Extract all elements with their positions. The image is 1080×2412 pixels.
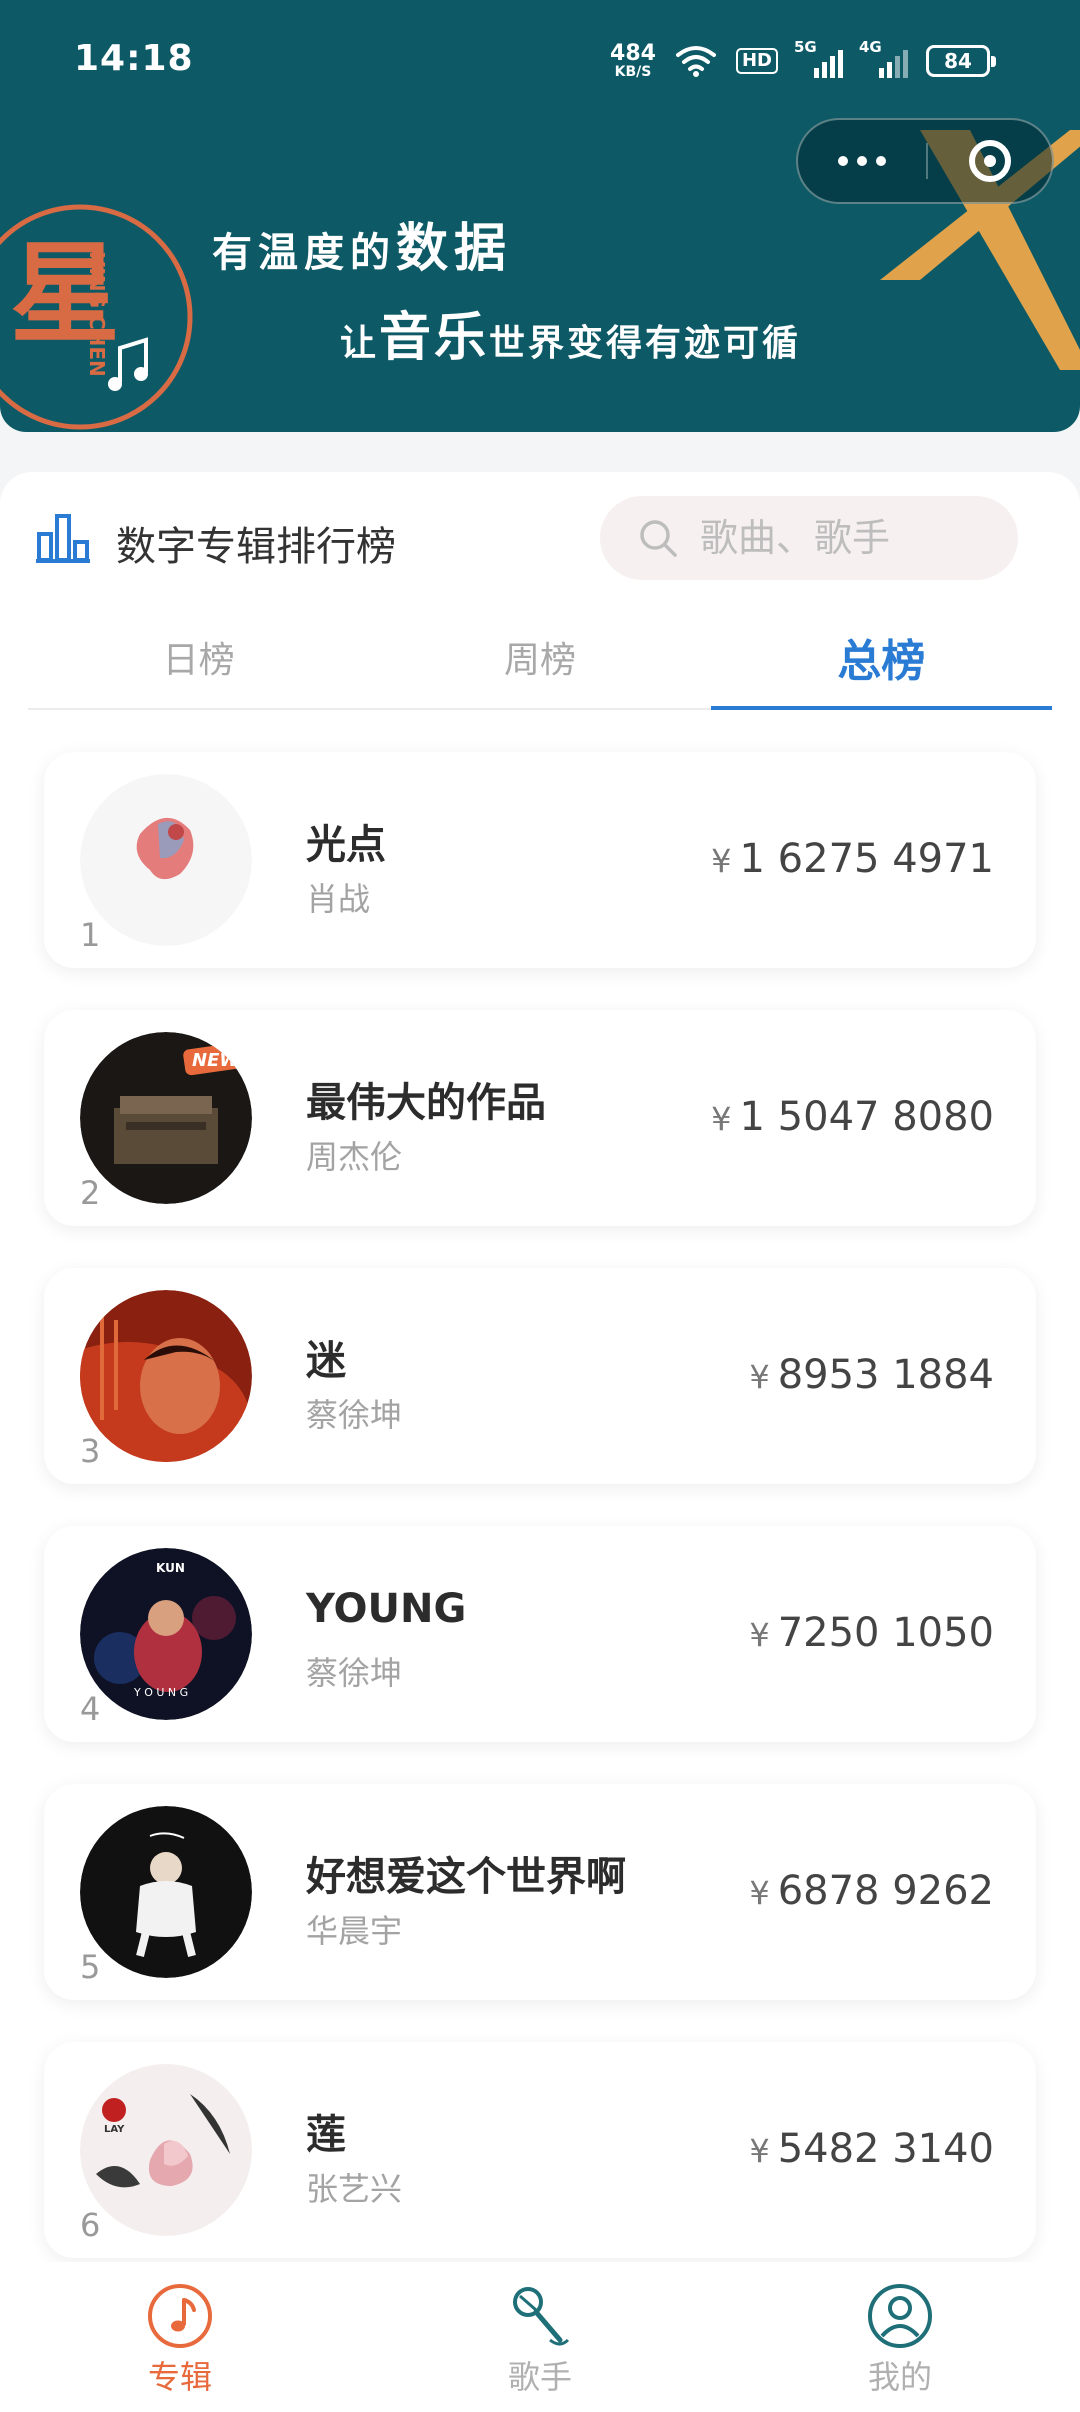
search-input[interactable]: [700, 516, 1000, 560]
sales-amount: ¥ 7250 1050: [749, 1610, 994, 1656]
user-icon: [868, 2284, 932, 2348]
tab-daily[interactable]: 日榜: [28, 606, 369, 708]
rank-number: 5: [80, 1948, 101, 1986]
network-speed: 484 KB/S: [610, 41, 656, 80]
kun-label: KUN: [156, 1561, 185, 1575]
status-time: 14:18: [74, 38, 194, 79]
song-title: 莲: [306, 2112, 346, 2158]
network-speed-unit: KB/S: [614, 64, 652, 80]
sales-value: 1 5047 8080: [739, 1094, 994, 1140]
song-artist: 蔡徐坤: [306, 1654, 403, 1692]
song-artist: 肖战: [306, 880, 371, 918]
search-box[interactable]: [600, 496, 1018, 580]
slogan-2-part-b: 音乐: [379, 307, 490, 368]
song-artist: 蔡徐坤: [306, 1396, 403, 1434]
nav-label-album: 专辑: [147, 2358, 212, 2396]
currency-symbol: ¥: [749, 2132, 770, 2170]
list-item[interactable]: KUN Y O U N G 4 YOUNG 蔡徐坤 ¥ 7250 1050: [44, 1526, 1036, 1742]
list-item[interactable]: LAY 6 莲 张艺兴 ¥ 5482 3140: [44, 2042, 1036, 2258]
song-title: 光点: [306, 822, 386, 868]
sales-amount: ¥ 6878 9262: [749, 1868, 994, 1914]
signal-4g-label: 4G: [859, 38, 882, 56]
wifi-icon: [675, 46, 716, 77]
nav-item-singer[interactable]: 歌手: [360, 2262, 720, 2412]
status-bar: 14:18 484 KB/S HD 5G 4G 84: [0, 0, 1080, 120]
song-title: 最伟大的作品: [306, 1080, 546, 1126]
network-speed-value: 484: [610, 41, 656, 66]
ranking-list: 1 光点 肖战 ¥ 1 6275 4971 NEW 2 最伟大的作品 周杰伦 ¥…: [44, 752, 1036, 2300]
signal-5g-label: 5G: [794, 38, 817, 56]
bar-chart-icon: [36, 514, 90, 563]
album-cover-image: [80, 774, 252, 946]
slogan-line-1: 有温度的数据: [212, 206, 512, 281]
album-cover-image: LAY: [80, 2064, 252, 2236]
new-badge: NEW: [192, 1050, 240, 1071]
currency-symbol: ¥: [749, 1616, 770, 1654]
currency-symbol: ¥: [711, 842, 732, 880]
sales-value: 7250 1050: [777, 1610, 994, 1656]
nav-item-album[interactable]: 专辑: [0, 2262, 360, 2412]
song-title: 迷: [306, 1338, 346, 1384]
sales-value: 1 6275 4971: [739, 836, 994, 882]
target-icon: [969, 140, 1011, 182]
music-note-icon: [148, 2284, 212, 2348]
rank-number: 2: [80, 1174, 101, 1212]
slogan-2-part-c: 世界变得有迹可循: [489, 322, 802, 364]
mini-program-capsule: [796, 118, 1054, 204]
signal-4g-icon: 4G: [859, 38, 908, 78]
currency-symbol: ¥: [749, 1358, 770, 1396]
young-letters: Y O U N G: [133, 1686, 188, 1699]
rank-number: 1: [80, 916, 101, 954]
nav-label-singer: 歌手: [507, 2358, 572, 2396]
battery-icon: 84: [926, 45, 996, 77]
section-title: 数字专辑排行榜: [116, 524, 396, 570]
tab-total[interactable]: 总榜: [710, 606, 1053, 710]
search-icon: [640, 520, 677, 557]
list-item[interactable]: 3 迷 蔡徐坤 ¥ 8953 1884: [44, 1268, 1036, 1484]
list-item[interactable]: 5 好想爱这个世界啊 华晨宇 ¥ 6878 9262: [44, 1784, 1036, 2000]
song-title: YOUNG: [306, 1586, 467, 1632]
slogan-1-part-b: 数据: [396, 218, 513, 279]
rank-number: 4: [80, 1690, 101, 1728]
banner: 14:18 484 KB/S HD 5G 4G 84 星 XING CHEN 有…: [0, 0, 1080, 432]
tab-weekly[interactable]: 周榜: [369, 606, 710, 708]
sales-amount: ¥ 8953 1884: [749, 1352, 994, 1398]
list-item[interactable]: 1 光点 肖战 ¥ 1 6275 4971: [44, 752, 1036, 968]
album-cover-image: KUN Y O U N G: [80, 1548, 252, 1720]
sales-amount: ¥ 1 5047 8080: [711, 1094, 994, 1140]
slogan-line-2: 让音乐世界变得有迹可循: [340, 295, 801, 370]
song-artist: 张艺兴: [306, 2170, 403, 2208]
rank-number: 3: [80, 1432, 101, 1470]
sales-value: 8953 1884: [777, 1352, 994, 1398]
sales-amount: ¥ 5482 3140: [749, 2126, 994, 2172]
hd-icon: HD: [735, 48, 778, 74]
song-artist: 华晨宇: [306, 1912, 403, 1950]
album-cover-image: [80, 1290, 252, 1462]
song-title: 好想爱这个世界啊: [306, 1854, 626, 1900]
bottom-nav: 专辑 歌手 我的: [0, 2262, 1080, 2412]
slogan-1-part-a: 有温度的: [212, 229, 396, 276]
song-artist: 周杰伦: [306, 1138, 403, 1176]
sales-value: 6878 9262: [777, 1868, 994, 1914]
ranking-tabs: 日榜 周榜 总榜: [28, 606, 1053, 710]
status-icons: 484 KB/S HD 5G 4G 84: [610, 36, 996, 86]
sales-value: 5482 3140: [777, 2126, 994, 2172]
logo-text: XING CHEN: [85, 252, 109, 377]
signal-5g-icon: 5G: [794, 38, 843, 78]
slogan-2-part-a: 让: [340, 322, 380, 364]
album-cover-image: [80, 1806, 252, 1978]
currency-symbol: ¥: [749, 1874, 770, 1912]
list-item[interactable]: NEW 2 最伟大的作品 周杰伦 ¥ 1 5047 8080: [44, 1010, 1036, 1226]
currency-symbol: ¥: [711, 1100, 732, 1138]
xingchen-logo-icon: 星 XING CHEN: [0, 204, 193, 430]
close-mini-program-button[interactable]: [928, 140, 1052, 182]
more-options-button[interactable]: [798, 156, 926, 166]
nav-item-mine[interactable]: 我的: [720, 2262, 1080, 2412]
microphone-icon: [513, 2287, 570, 2346]
sales-amount: ¥ 1 6275 4971: [711, 836, 994, 882]
nav-label-mine: 我的: [867, 2358, 932, 2396]
album-cover-image: NEW: [80, 1032, 252, 1204]
rank-number: 6: [80, 2206, 101, 2244]
lay-label: LAY: [104, 2124, 125, 2135]
